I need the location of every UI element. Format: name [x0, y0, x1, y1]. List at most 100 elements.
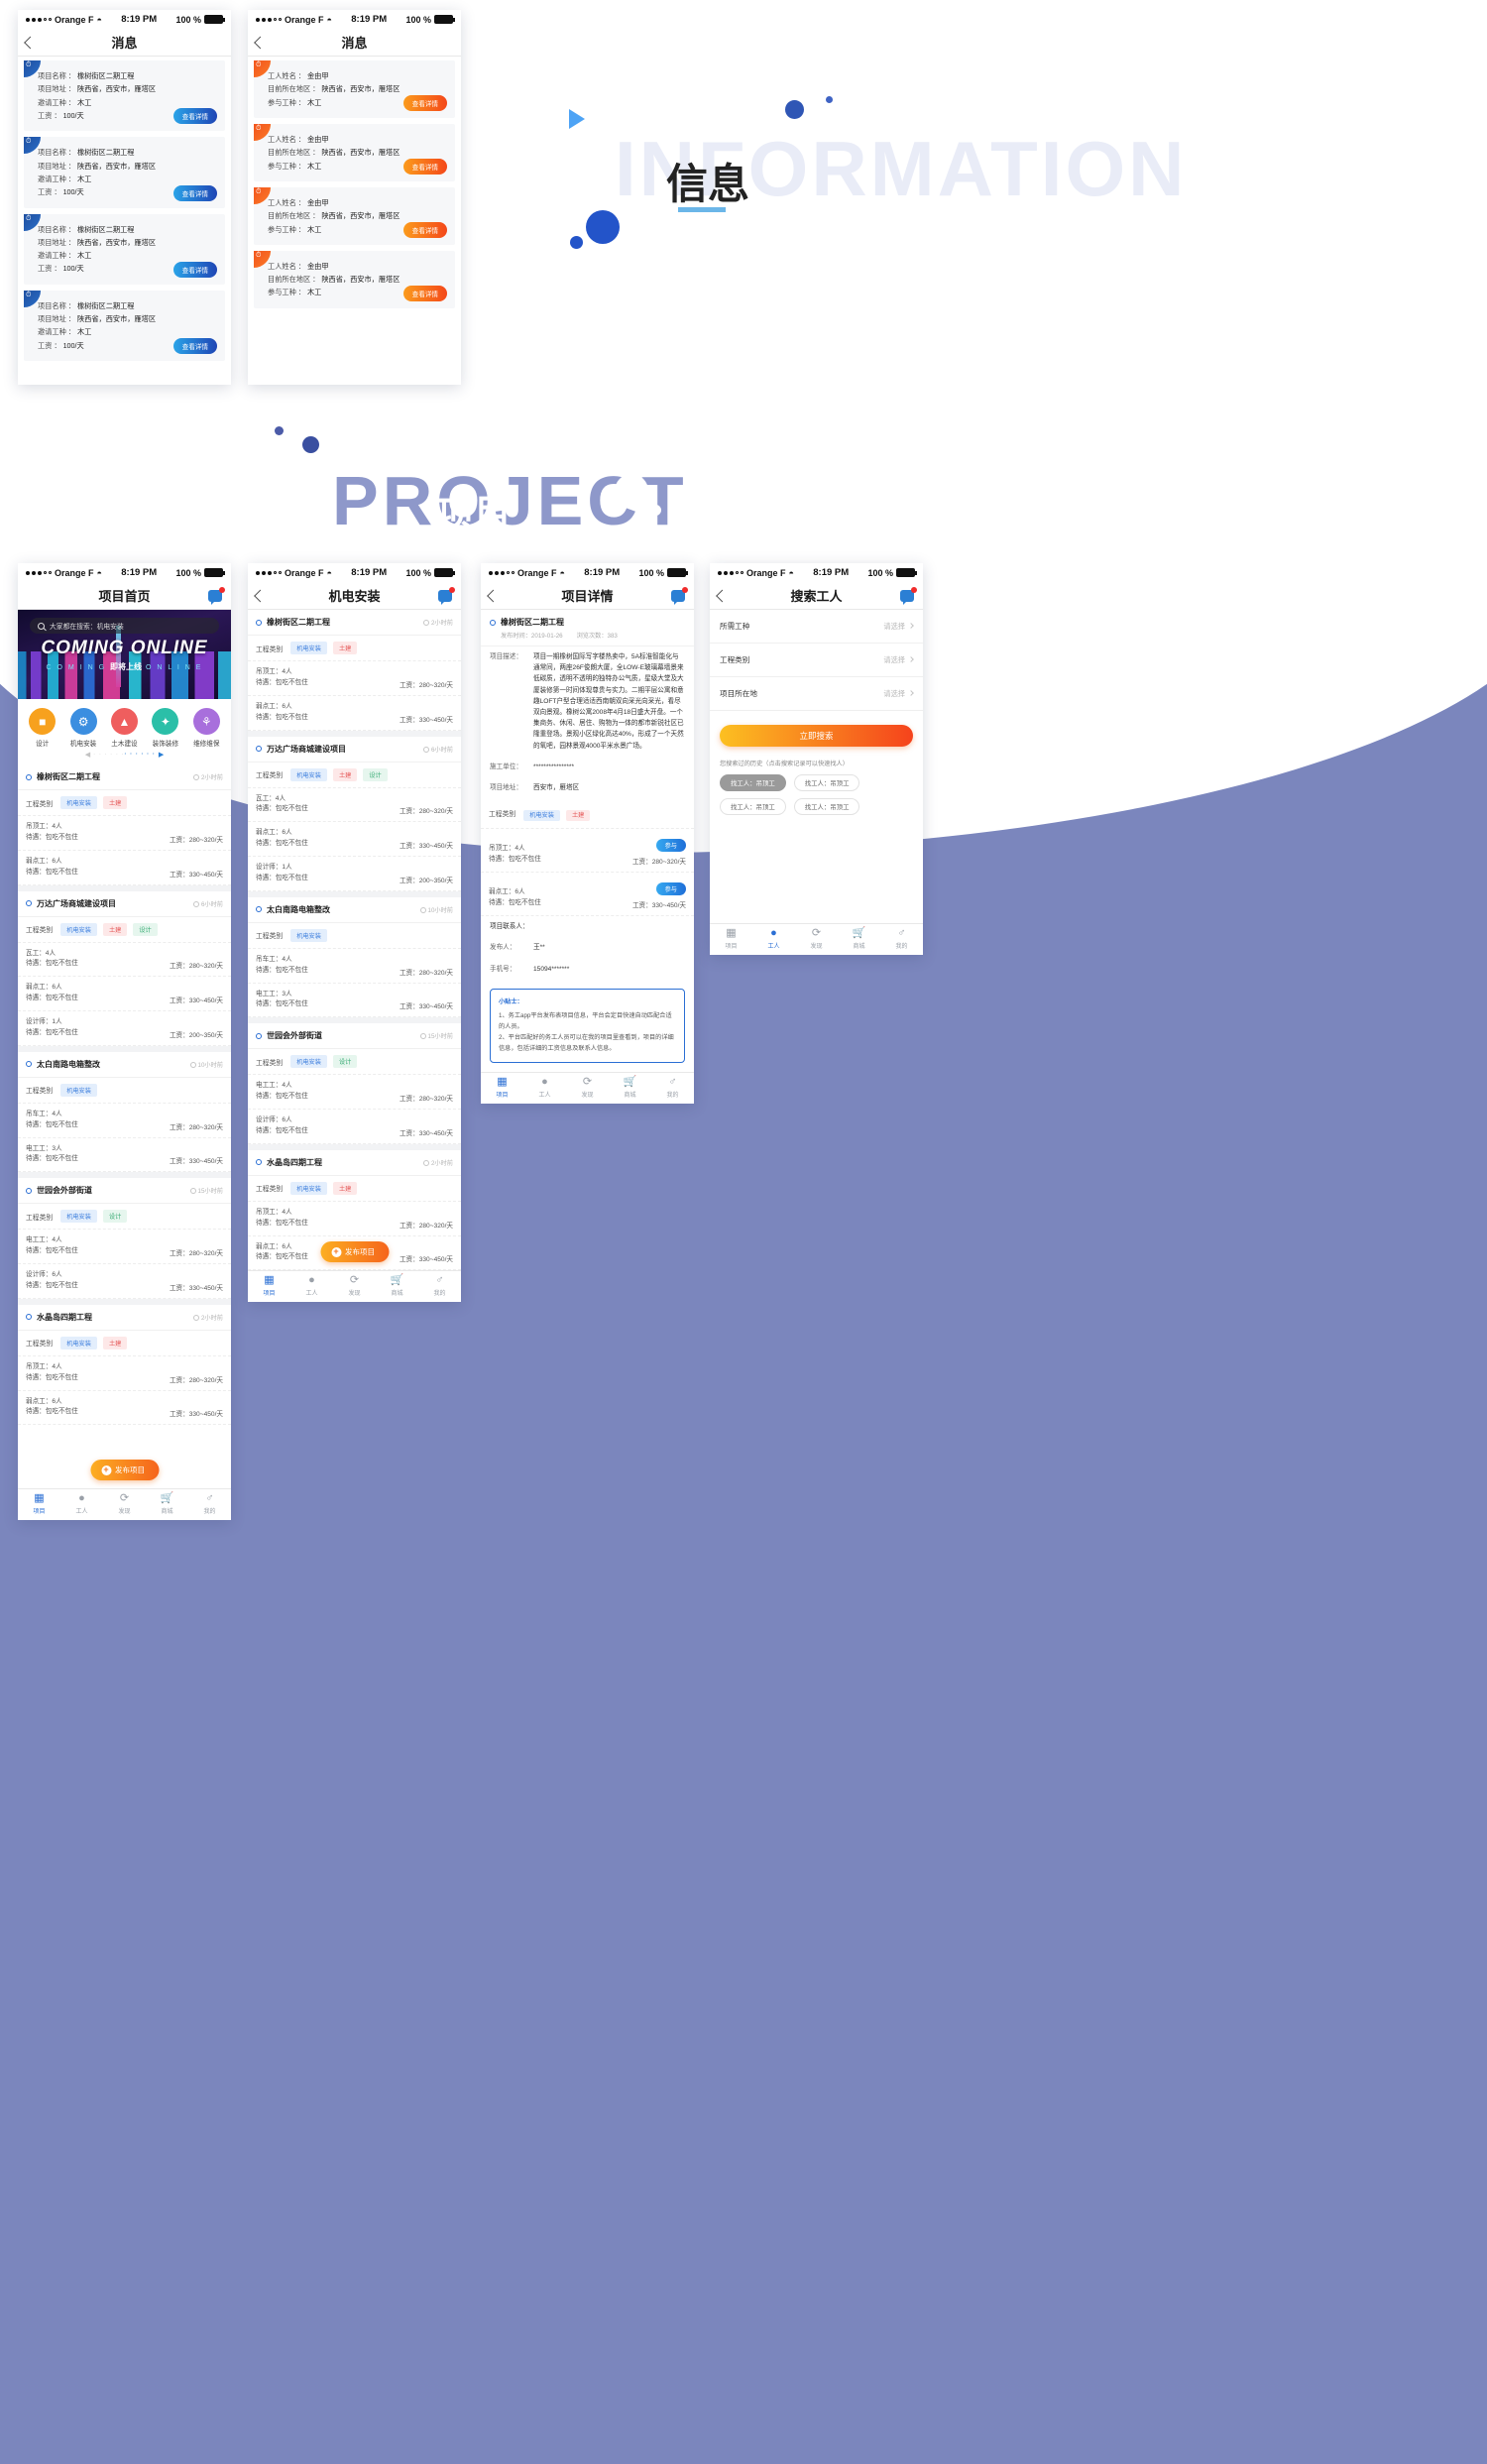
message-card[interactable]: ⏱ 工人姓名 ： 金由甲 目前所在地区 ： 陕西省，西安市，雁塔区 参与工种 ： 木…	[254, 60, 455, 118]
message-card[interactable]: ⏱ 项目名称 ： 橡树街区二期工程 项目地址 ： 陕西省，西安市，雁塔区 邀请工种 …	[24, 137, 225, 208]
category-item-4[interactable]: ⚘ 维修维保	[186, 708, 226, 748]
project-name: 世园会外部街道	[267, 1031, 322, 1041]
publish-project-fab[interactable]: + 发布项目	[320, 1241, 389, 1262]
view-detail-button[interactable]: 查看详情	[402, 94, 447, 111]
job-role: 弱点工：6人	[26, 1397, 62, 1405]
job-wage: 工资：280~320/天	[169, 963, 223, 971]
tab-发现[interactable]: ⟳ 发现	[333, 1271, 376, 1302]
tab-发现[interactable]: ⟳ 发现	[566, 1073, 609, 1104]
project-card[interactable]: 水晶岛四期工程 2小时前 工程类别 机电安装 土建 吊顶工：4人 待遇：包吃不包住 …	[18, 1304, 231, 1426]
project-card[interactable]: 太白南路电箱整改 10小时前 工程类别 机电安装 吊车工：4人 待遇：包吃不包住 …	[248, 896, 461, 1018]
tab-项目[interactable]: ▦ 项目	[481, 1073, 523, 1104]
message-card[interactable]: ⏱ 项目名称 ： 橡树街区二期工程 项目地址 ： 陕西省，西安市，雁塔区 邀请工种 …	[24, 290, 225, 361]
clock-label: 8:19 PM	[351, 14, 388, 25]
job-info: 电工工：3人 待遇：包吃不包住	[256, 990, 308, 1011]
job-info: 吊顶工：4人 待遇：包吃不包住	[256, 667, 308, 689]
tab-我的[interactable]: ♂ 我的	[880, 924, 923, 955]
project-card[interactable]: 太白南路电箱整改 10小时前 工程类别 机电安装 吊车工：4人 待遇：包吃不包住 …	[18, 1051, 231, 1173]
job-role: 吊车工：4人	[256, 955, 292, 963]
project-card[interactable]: 万达广场商城建设项目 6小时前 工程类别 机电安装 土建 设计 瓦工：4人 待遇：包吃…	[18, 890, 231, 1046]
job-wage: 工资：330~450/天	[169, 1158, 223, 1166]
job-info: 弱点工：6人 待遇：包吃不包住	[256, 1242, 308, 1264]
phone-project-detail: Orange F ◓ 8:19 PM 100 % 项目详情 橡树街区二期工程 发…	[481, 563, 694, 1104]
history-chip[interactable]: 找工人：吊顶工	[720, 774, 786, 791]
tab-工人[interactable]: ● 工人	[60, 1489, 103, 1520]
battery-percent: 100 %	[638, 567, 664, 578]
back-icon[interactable]	[487, 589, 500, 602]
category-item-1[interactable]: ⚙ 机电安装	[63, 708, 103, 748]
tab-商城[interactable]: 🛒 商城	[376, 1271, 418, 1302]
back-icon[interactable]	[716, 589, 729, 602]
tab-工人[interactable]: ● 工人	[290, 1271, 333, 1302]
message-card[interactable]: ⏱ 项目名称 ： 橡树街区二期工程 项目地址 ： 陕西省，西安市，雁塔区 邀请工种 …	[24, 60, 225, 132]
tab-工人[interactable]: ● 工人	[752, 924, 795, 955]
category-item-0[interactable]: ■ 设计	[23, 708, 62, 748]
tab-我的[interactable]: ♂ 我的	[188, 1489, 231, 1520]
job-wage: 工资：330~450/天	[169, 1411, 223, 1419]
message-card[interactable]: ⏱ 工人姓名 ： 金由甲 目前所在地区 ： 陕西省，西安市，雁塔区 参与工种 ： 木…	[254, 250, 455, 308]
message-icon[interactable]	[900, 586, 917, 605]
project-name: 橡树街区二期工程	[37, 772, 100, 781]
join-button[interactable]: 参与	[655, 882, 686, 896]
message-icon[interactable]	[208, 586, 225, 605]
category-item-3[interactable]: ✦ 装饰装修	[146, 708, 185, 748]
tab-发现[interactable]: ⟳ 发现	[103, 1489, 146, 1520]
category-pager[interactable]: ◀ · · · · · ·· · · · · · ▶	[18, 751, 231, 764]
view-detail-button[interactable]: 查看详情	[172, 261, 217, 278]
back-icon[interactable]	[24, 36, 37, 49]
tab-项目[interactable]: ▦ 项目	[18, 1489, 60, 1520]
view-detail-button[interactable]: 查看详情	[172, 108, 217, 125]
tab-项目[interactable]: ▦ 项目	[710, 924, 752, 955]
job-info: 弱点工：6人 待遇：包吃不包住	[256, 702, 308, 724]
tab-商城[interactable]: 🛒 商城	[609, 1073, 651, 1104]
view-detail-button[interactable]: 查看详情	[172, 184, 217, 201]
search-now-button[interactable]: 立即搜索	[720, 725, 913, 747]
search-field-1[interactable]: 工程类别 请选择	[710, 644, 923, 677]
tab-我的[interactable]: ♂ 我的	[651, 1073, 694, 1104]
search-input[interactable]: 大家都在搜索：机电安装	[30, 618, 219, 634]
job-row: 吊顶工：4人 待遇：包吃不包住 工资：280~320/天	[248, 661, 461, 696]
view-detail-button[interactable]: 查看详情	[172, 338, 217, 354]
chevron-right-icon	[908, 622, 914, 629]
tab-工人[interactable]: ● 工人	[523, 1073, 566, 1104]
category-tag: 机电安装	[290, 767, 327, 781]
view-detail-button[interactable]: 查看详情	[402, 285, 447, 301]
join-button[interactable]: 参与	[655, 839, 686, 853]
history-chip[interactable]: 找工人：吊顶工	[720, 798, 786, 815]
view-detail-button[interactable]: 查看详情	[402, 221, 447, 238]
search-field-2[interactable]: 项目所在地 请选择	[710, 677, 923, 711]
job-wage: 工资：330~450/天	[399, 1003, 453, 1011]
view-detail-button[interactable]: 查看详情	[402, 158, 447, 175]
project-card[interactable]: 橡树街区二期工程 2小时前 工程类别 机电安装 土建 吊顶工：4人 待遇：包吃不包住…	[18, 764, 231, 885]
history-chip[interactable]: 找工人：吊顶工	[793, 774, 860, 791]
tab-商城[interactable]: 🛒 商城	[838, 924, 880, 955]
back-icon[interactable]	[254, 36, 267, 49]
history-chip[interactable]: 找工人：吊顶工	[793, 798, 860, 815]
message-card[interactable]: ⏱ 项目名称 ： 橡树街区二期工程 项目地址 ： 陕西省，西安市，雁塔区 邀请工种 …	[24, 213, 225, 285]
back-icon[interactable]	[254, 589, 267, 602]
project-card[interactable]: 世园会外部街道 15小时前 工程类别 机电安装 设计 电工工：4人 待遇：包吃不包住…	[18, 1178, 231, 1299]
job-row: 设计师：1人 待遇：包吃不包住 工资：200~350/天	[248, 857, 461, 891]
tab-项目[interactable]: ▦ 项目	[248, 1271, 290, 1302]
job-info: 弱点工：6人 待遇：包吃不包住	[26, 857, 78, 879]
search-field-0[interactable]: 所需工种 请选择	[710, 610, 923, 644]
project-card[interactable]: 万达广场商城建设项目 6小时前 工程类别 机电安装 土建 设计 瓦工：4人 待遇：包吃…	[248, 736, 461, 891]
phone-home: Orange F ◓ 8:19 PM 100 % 项目首页 COMING ONL…	[18, 563, 231, 1520]
chevron-right-icon[interactable]: ▶	[159, 751, 164, 759]
category-item-2[interactable]: ▲ 土木建设	[104, 708, 144, 748]
tab-label: 发现	[118, 1509, 131, 1515]
tab-我的[interactable]: ♂ 我的	[418, 1271, 461, 1302]
message-card[interactable]: ⏱ 工人姓名 ： 金由甲 目前所在地区 ： 陕西省，西安市，雁塔区 参与工种 ： 木…	[254, 186, 455, 245]
page-title: 消息	[341, 36, 368, 51]
promo-banner[interactable]: COMING ONLINE C O M I N G 即将上线 O N L I N…	[18, 610, 231, 699]
project-card[interactable]: 世园会外部街道 15小时前 工程类别 机电安装 设计 电工工：4人 待遇：包吃不包住…	[248, 1023, 461, 1144]
job-row: 弱点工：6人 待遇：包吃不包住 工资：330~450/天	[18, 977, 231, 1011]
message-card[interactable]: ⏱ 工人姓名 ： 金由甲 目前所在地区 ： 陕西省，西安市，雁塔区 参与工种 ： 木…	[254, 123, 455, 181]
project-card[interactable]: 橡树街区二期工程 2小时前 工程类别 机电安装 土建 吊顶工：4人 待遇：包吃不包住…	[248, 610, 461, 731]
tab-发现[interactable]: ⟳ 发现	[795, 924, 838, 955]
chevron-left-icon[interactable]: ◀	[85, 751, 90, 759]
tab-商城[interactable]: 🛒 商城	[146, 1489, 188, 1520]
message-icon[interactable]	[671, 586, 688, 605]
message-icon[interactable]	[438, 586, 455, 605]
publish-project-fab[interactable]: + 发布项目	[90, 1460, 159, 1480]
